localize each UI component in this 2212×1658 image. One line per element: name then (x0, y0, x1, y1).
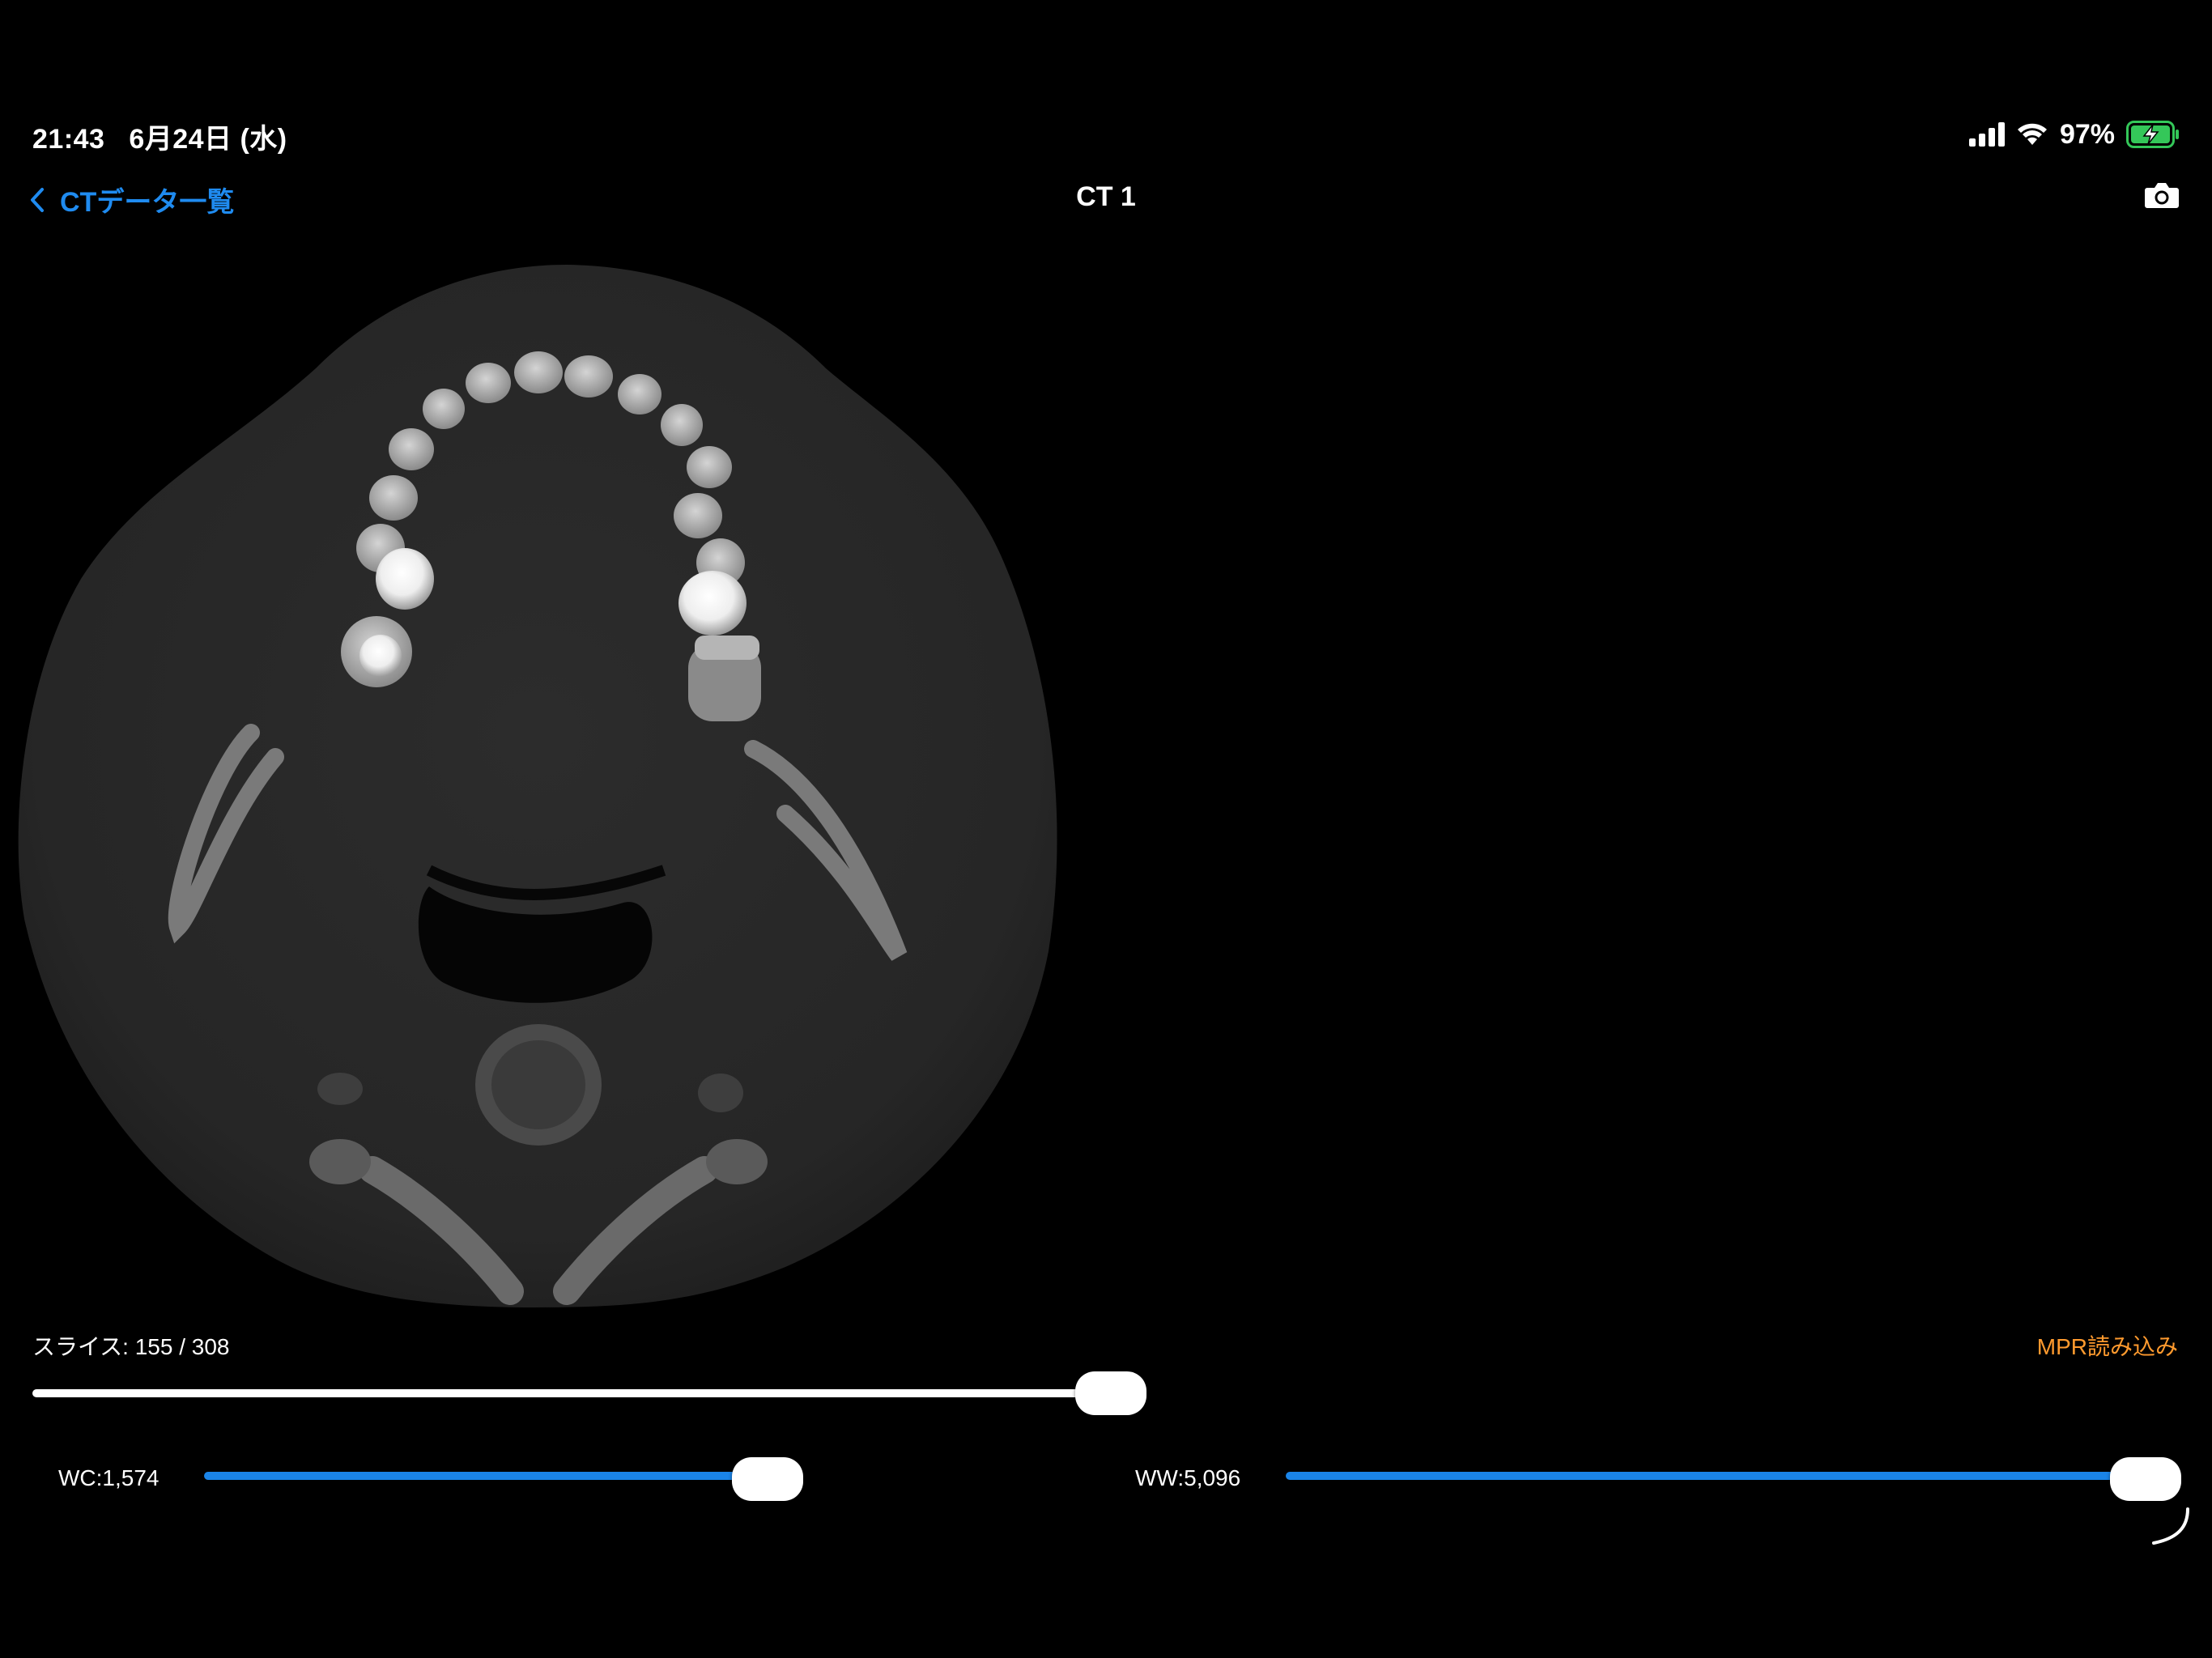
back-button-label: CTデータ一覧 (60, 187, 235, 218)
window-center-slider-thumb[interactable] (732, 1457, 803, 1501)
slice-slider-track[interactable] (32, 1389, 1142, 1397)
ct-slice-image[interactable] (8, 255, 1069, 1316)
status-clock: 21:43 (32, 124, 105, 155)
window-width-slider-track[interactable] (1286, 1472, 2152, 1480)
slice-counter-label: スライス: 155 / 308 (32, 1334, 230, 1359)
slice-slider-thumb[interactable] (1075, 1371, 1146, 1415)
chevron-left-icon (31, 187, 44, 212)
window-center-label: WC:1,574 (58, 1465, 160, 1490)
wifi-icon (2017, 123, 2047, 145)
window-width-slider-thumb[interactable] (2110, 1457, 2181, 1501)
ct-soft-tissue (18, 265, 1057, 1307)
battery-percent: 97% (2059, 118, 2115, 150)
page-title: CT 1 (1076, 181, 1136, 212)
status-time: 21:43 6月24日 (水) (32, 117, 287, 156)
status-indicators: 97% (1968, 117, 2180, 152)
window-center-slider-track[interactable] (204, 1472, 779, 1480)
back-button[interactable]: CTデータ一覧 (29, 180, 234, 219)
mpr-load-button[interactable]: MPR読み込み (2037, 1329, 2178, 1362)
camera-button[interactable] (2144, 181, 2180, 213)
loading-spinner-icon (2152, 1507, 2189, 1545)
window-width-label: WW:5,096 (1135, 1465, 1241, 1490)
status-date: 6月24日 (水) (129, 124, 287, 155)
battery-charging-icon (2126, 121, 2179, 148)
cellular-signal-icon (1968, 122, 2005, 147)
camera-icon (2145, 183, 2179, 208)
